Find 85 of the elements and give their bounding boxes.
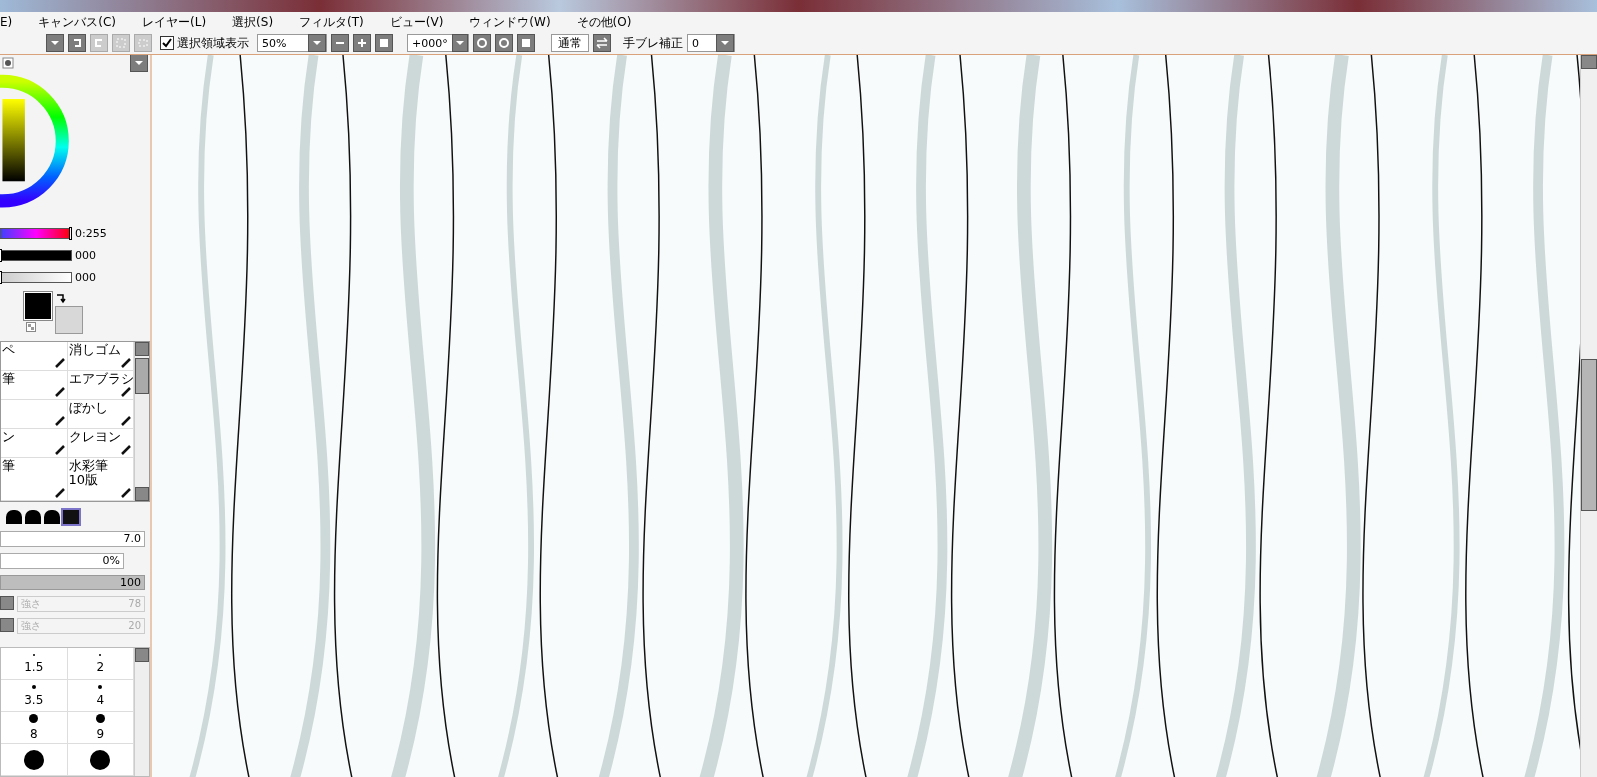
rotate-left-button[interactable] — [473, 34, 491, 52]
checkbox[interactable] — [160, 36, 174, 50]
zoom-dropdown[interactable]: 50% — [257, 34, 327, 52]
brush-icon — [53, 486, 66, 499]
brush-icon — [120, 385, 132, 398]
tool-slot[interactable]: ペ — [1, 341, 68, 371]
reset-zoom-button[interactable] — [375, 34, 393, 52]
brush-dot-icon — [90, 749, 111, 770]
zoom-in-icon — [357, 38, 367, 48]
caret-icon — [454, 40, 465, 46]
brush-icon — [120, 443, 132, 456]
tool-slot[interactable]: 筆 — [1, 457, 68, 501]
color-slider[interactable] — [0, 228, 72, 240]
brush-dot-icon — [95, 714, 105, 723]
brush-icon — [120, 486, 132, 499]
caret-icon — [134, 60, 144, 66]
menu-item[interactable]: 選択(S) — [232, 13, 274, 31]
brush-icon — [53, 443, 66, 456]
brush-shape-button[interactable] — [6, 509, 22, 524]
density-value: 100 — [120, 575, 141, 590]
slider-value: 000 — [75, 271, 96, 285]
reset-zoom-icon — [379, 38, 389, 48]
menu-item[interactable]: レイヤー(L) — [142, 13, 207, 31]
brush-size-cell[interactable]: 3.5 — [1, 680, 68, 712]
mode-button[interactable]: 通常 — [551, 34, 589, 52]
brush-dot-icon — [31, 684, 36, 689]
brush-shape-button[interactable] — [25, 509, 41, 524]
brush-dot-icon — [23, 749, 44, 770]
menu-item[interactable]: ビュー(V) — [389, 13, 444, 31]
background-color-swatch[interactable] — [55, 306, 83, 335]
color-slider[interactable] — [0, 250, 72, 262]
slider-thumb[interactable] — [69, 227, 72, 241]
redo-icon — [93, 37, 105, 49]
brush-dot-icon — [98, 684, 103, 689]
reset-rotation-icon — [521, 38, 531, 48]
flip-icon — [596, 37, 608, 49]
menu-item[interactable]: フィルタ(T) — [299, 13, 364, 31]
slider-value: 000 — [75, 249, 96, 263]
brush-size-field[interactable]: 7.0 — [0, 530, 145, 547]
menu-item[interactable]: E) — [0, 15, 13, 29]
rotate-left-icon — [476, 37, 488, 49]
caret-icon — [50, 40, 60, 46]
scroll-thumb[interactable] — [1581, 359, 1597, 511]
brush-icon — [120, 414, 132, 427]
brush-size-cell[interactable]: 8 — [1, 712, 68, 744]
rotation-dropdown[interactable]: +000° — [407, 34, 469, 52]
scroll-up-button[interactable] — [135, 341, 149, 356]
stabilizer-dropdown[interactable]: 0 — [687, 34, 735, 52]
brush-shape-button[interactable] — [44, 509, 60, 524]
undo-icon — [71, 37, 83, 49]
rotate-right-button[interactable] — [495, 34, 513, 52]
slider-value: 0:255 — [75, 227, 107, 241]
undo-button[interactable] — [68, 34, 86, 52]
brush-dot-icon — [29, 714, 39, 723]
swap-arrow-icon — [55, 292, 67, 305]
brush-icon — [53, 385, 66, 398]
scroll-down-button[interactable] — [135, 486, 149, 501]
brush-icon — [53, 414, 66, 427]
reset-rotation-button[interactable] — [517, 34, 535, 52]
brush-icon — [120, 356, 132, 369]
stabilizer-label: 手ブレ補正 — [623, 34, 683, 52]
brush-icon — [53, 356, 66, 369]
transparent-icon — [26, 322, 36, 333]
caret-icon — [720, 40, 730, 46]
min-size-field[interactable]: 0% — [0, 552, 124, 569]
caret-button[interactable] — [46, 34, 64, 52]
menu-item[interactable]: ウィンドウ(W) — [469, 13, 551, 31]
brush-size-cell[interactable]: 1.5 — [1, 648, 68, 680]
menu-item[interactable]: その他(O) — [576, 13, 632, 31]
brush-size-cell[interactable] — [67, 744, 134, 776]
tool-slot[interactable]: 筆 — [1, 370, 68, 400]
rotate-right-icon — [498, 37, 510, 49]
menu-item[interactable]: キャンバス(C) — [38, 13, 116, 31]
checkbox-label: 選択領域表示 — [177, 34, 249, 52]
tool-slot[interactable]: ン — [1, 428, 68, 458]
color-slider[interactable] — [0, 272, 72, 284]
scroll-thumb[interactable] — [135, 357, 149, 394]
caret-icon — [312, 40, 322, 46]
zoom-out-button[interactable] — [331, 34, 349, 52]
density-bar[interactable]: 100 — [0, 574, 145, 590]
foreground-color-swatch[interactable] — [24, 292, 52, 321]
zoom-in-button[interactable] — [353, 34, 371, 52]
caret-button[interactable] — [130, 55, 148, 72]
flip-button[interactable] — [593, 34, 611, 52]
brush-size-cell[interactable] — [1, 744, 68, 776]
